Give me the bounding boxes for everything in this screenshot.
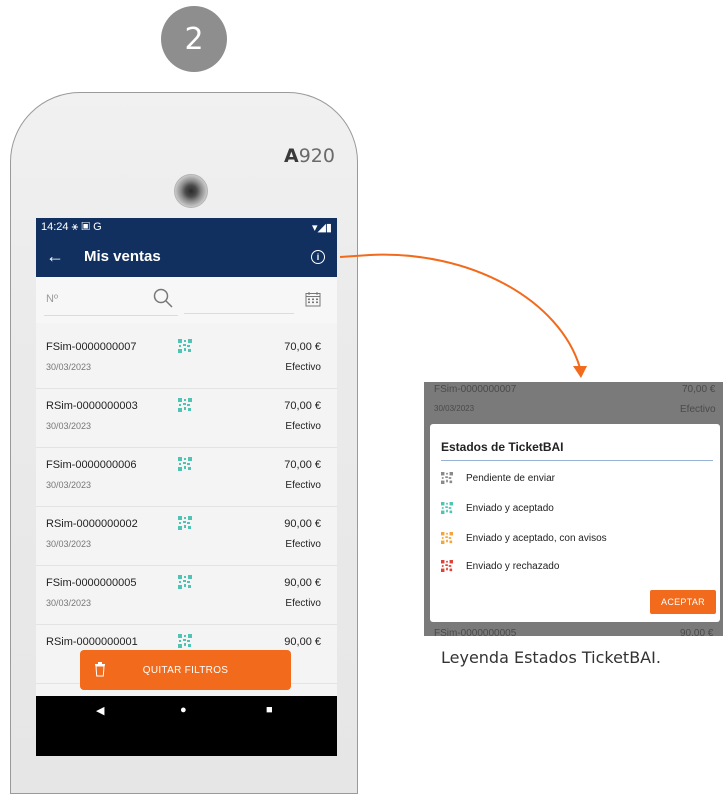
bg-sale-number-bottom: FSim-0000000005 <box>434 628 517 636</box>
nav-back-icon[interactable]: ◀ <box>96 704 104 717</box>
ticketbai-status-icon <box>178 398 192 412</box>
bg-sale-amount: 70,00 € <box>682 384 716 395</box>
sale-amount: 90,00 € <box>284 518 321 530</box>
clear-filters-button[interactable]: QUITAR FILTROS <box>80 650 291 690</box>
sales-list: FSim-0000000007 30/03/2023 70,00 € Efectivo… <box>36 330 337 684</box>
sale-row[interactable]: FSim-0000000006 30/03/2023 70,00 € Efectivo <box>36 448 337 507</box>
bg-sale-amount-bottom: 90,00 € <box>680 628 714 636</box>
sale-payment-method: Efectivo <box>285 598 321 609</box>
legend-item: Enviado y aceptado, con avisos <box>441 530 607 546</box>
sale-row[interactable]: FSim-0000000007 30/03/2023 70,00 € Efectivo <box>36 330 337 389</box>
step-badge: 2 <box>161 6 227 72</box>
bg-sale-date: 30/03/2023 <box>434 404 475 413</box>
search-icon[interactable] <box>152 287 174 309</box>
legend-item: Enviado y aceptado <box>441 500 554 516</box>
sale-payment-method: Efectivo <box>285 362 321 373</box>
figure-caption: Leyenda Estados TicketBAI. <box>441 648 661 667</box>
device-brand-letter: A <box>284 145 299 167</box>
sale-number: FSim-0000000005 <box>46 577 137 589</box>
ticketbai-status-icon <box>178 339 192 353</box>
search-row <box>36 277 337 323</box>
dialog-title: Estados de TicketBAI <box>441 440 564 454</box>
accept-button[interactable]: ACEPTAR <box>650 590 716 614</box>
status-icons-left: ⚹ ▣ G <box>71 220 102 233</box>
camera-icon <box>174 174 208 208</box>
legend-zoom-panel: FSim-0000000007 30/03/2023 70,00 € Efect… <box>424 382 723 636</box>
sale-amount: 90,00 € <box>284 636 321 648</box>
ticketbai-status-icon <box>178 575 192 589</box>
app-bar: ← Mis ventas i <box>36 236 337 277</box>
dialog-divider <box>441 460 713 461</box>
status-time: 14:24 <box>41 220 69 233</box>
sale-date: 30/03/2023 <box>46 539 92 549</box>
info-icon[interactable]: i <box>311 249 325 264</box>
legend-label: Enviado y rechazado <box>466 560 560 572</box>
sale-number: FSim-0000000006 <box>46 459 137 471</box>
sale-date: 30/03/2023 <box>46 362 92 372</box>
calendar-icon[interactable] <box>305 291 321 307</box>
legend-label: Pendiente de enviar <box>466 472 555 484</box>
nav-recents-icon[interactable]: ■ <box>266 704 273 716</box>
sale-amount: 70,00 € <box>284 400 321 412</box>
sale-date: 30/03/2023 <box>46 480 92 490</box>
sale-payment-method: Efectivo <box>285 539 321 550</box>
ticketbai-status-icon <box>178 516 192 530</box>
back-arrow-icon[interactable]: ← <box>46 246 76 267</box>
search-divider <box>184 313 294 314</box>
sale-amount: 70,00 € <box>284 341 321 353</box>
ticketbai-status-icon <box>178 634 192 648</box>
legend-item: Pendiente de enviar <box>441 470 555 486</box>
clear-filters-label: QUITAR FILTROS <box>142 664 229 676</box>
bg-sale-number: FSim-0000000007 <box>434 384 517 395</box>
sale-row[interactable]: RSim-0000000002 30/03/2023 90,00 € Efectivo <box>36 507 337 566</box>
sale-payment-method: Efectivo <box>285 421 321 432</box>
sale-amount: 90,00 € <box>284 577 321 589</box>
bg-sale-payment: Efectivo <box>680 404 716 415</box>
status-left: 14:24 ⚹ ▣ G <box>41 221 102 234</box>
android-nav-bar: ◀ ● ■ <box>36 696 337 756</box>
qr-status-icon <box>441 532 453 544</box>
sale-number: FSim-0000000007 <box>46 341 137 353</box>
page-title: Mis ventas <box>84 248 161 265</box>
device-screen: 14:24 ⚹ ▣ G ▾◢▮ ← Mis ventas i FSim-0000… <box>36 218 337 756</box>
trash-icon <box>95 662 105 677</box>
legend-item: Enviado y rechazado <box>441 558 559 574</box>
legend-label: Enviado y aceptado <box>466 502 554 514</box>
qr-status-icon <box>441 502 453 514</box>
sale-number: RSim-0000000002 <box>46 518 138 530</box>
sale-row[interactable]: FSim-0000000005 30/03/2023 90,00 € Efectivo <box>36 566 337 625</box>
device-model-number: 920 <box>298 145 335 167</box>
nav-home-icon[interactable]: ● <box>180 704 187 716</box>
ticketbai-legend-dialog: Estados de TicketBAI Pendiente de enviar… <box>430 424 720 622</box>
sale-payment-method: Efectivo <box>285 480 321 491</box>
device-model-label: A920 <box>284 145 335 167</box>
sale-amount: 70,00 € <box>284 459 321 471</box>
sale-date: 30/03/2023 <box>46 421 92 431</box>
qr-status-icon <box>441 560 453 572</box>
sale-row[interactable]: RSim-0000000003 30/03/2023 70,00 € Efectivo <box>36 389 337 448</box>
status-icons-right: ▾◢▮ <box>311 221 332 234</box>
sale-date: 30/03/2023 <box>46 598 92 608</box>
qr-status-icon <box>441 472 453 484</box>
status-bar: 14:24 ⚹ ▣ G ▾◢▮ <box>36 218 337 236</box>
sale-number: RSim-0000000001 <box>46 636 138 648</box>
legend-label: Enviado y aceptado, con avisos <box>466 532 607 544</box>
sale-number: RSim-0000000003 <box>46 400 138 412</box>
ticketbai-status-icon <box>178 457 192 471</box>
